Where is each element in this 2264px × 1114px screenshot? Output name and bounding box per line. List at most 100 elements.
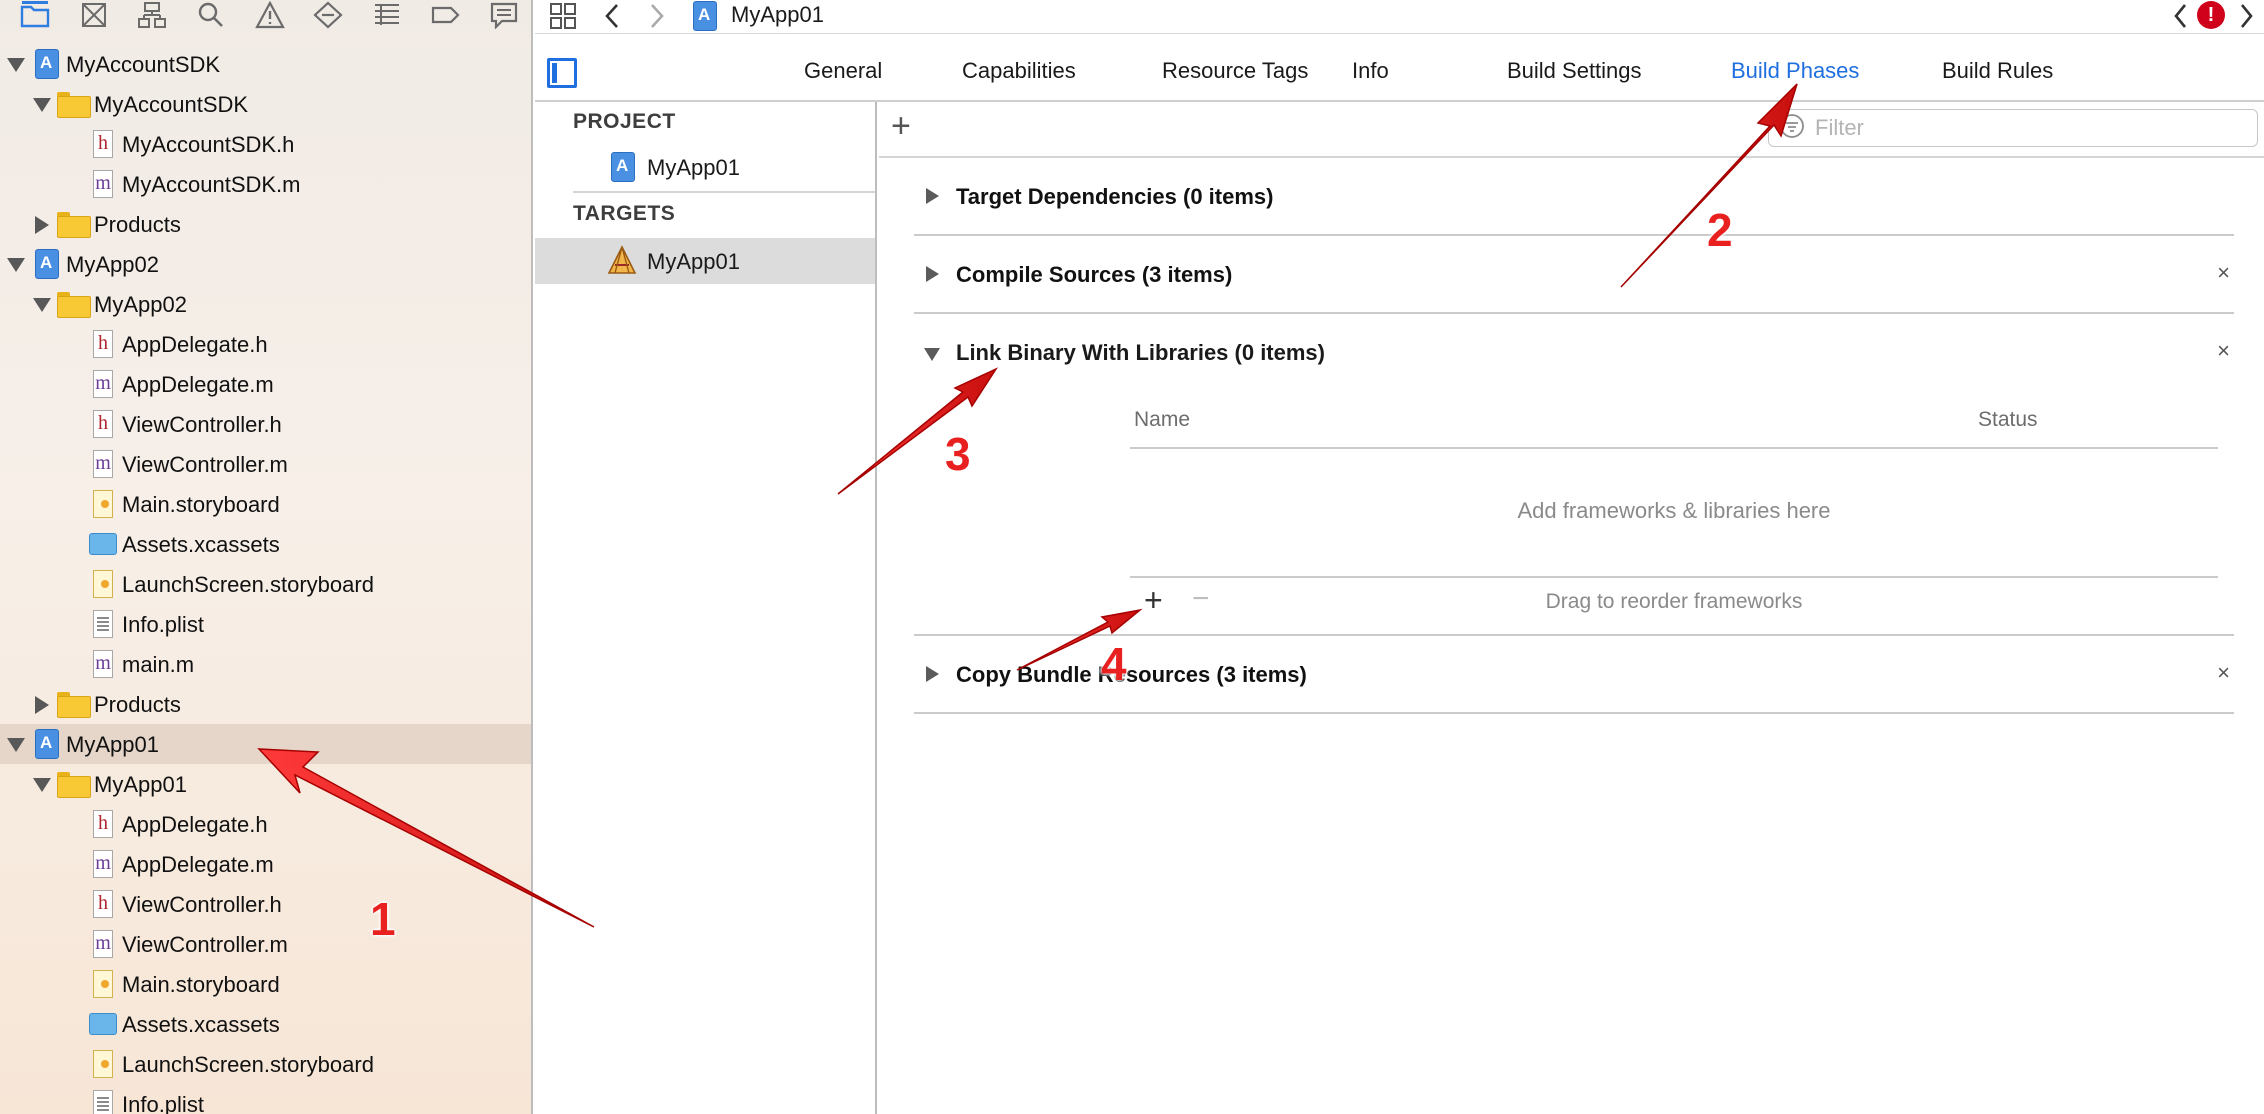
navigator-item[interactable]: h MyAccountSDK.h <box>0 124 531 164</box>
navigator-item-label: ViewController.h <box>122 412 282 437</box>
storyboard-icon <box>86 570 120 598</box>
warning-icon[interactable] <box>240 0 299 30</box>
navigator-item[interactable]: h ViewController.h <box>0 404 531 444</box>
disclosure-down-icon[interactable] <box>6 735 26 755</box>
filter-icon <box>1779 113 1805 144</box>
project-icon <box>30 49 64 79</box>
delete-phase-icon[interactable]: × <box>2217 338 2230 364</box>
disclosure-right-icon[interactable] <box>926 188 939 204</box>
navigator-item[interactable]: Main.storyboard <box>0 964 531 1004</box>
tab-build-rules[interactable]: Build Rules <box>1942 58 2053 84</box>
navigator-item[interactable]: MyAccountSDK <box>0 84 531 124</box>
navigator-item[interactable]: LaunchScreen.storyboard <box>0 1044 531 1084</box>
previous-issue-icon[interactable] <box>2172 2 2190 35</box>
error-badge-icon[interactable]: ! <box>2197 1 2225 29</box>
delete-phase-icon[interactable]: × <box>2217 260 2230 286</box>
disclosure-right-icon[interactable] <box>926 266 939 282</box>
navigator-item[interactable]: MyApp01 <box>0 764 531 804</box>
test-diamond-icon[interactable] <box>299 0 358 30</box>
navigator-item[interactable]: h AppDelegate.h <box>0 804 531 844</box>
debug-list-icon[interactable] <box>357 0 416 30</box>
navigator-item-label: Info.plist <box>122 612 204 637</box>
implementation-file-icon: m <box>86 850 120 878</box>
navigator-item[interactable]: Assets.xcassets <box>0 1004 531 1044</box>
tab-resource-tags[interactable]: Resource Tags <box>1162 58 1308 84</box>
navigator-item[interactable]: Assets.xcassets <box>0 524 531 564</box>
back-arrow-icon[interactable] <box>603 2 623 35</box>
implementation-file-icon: m <box>86 450 120 478</box>
hide-targets-icon[interactable] <box>547 58 577 88</box>
disclosure-right-icon[interactable] <box>32 215 52 235</box>
targets-section-header: TARGETS <box>573 202 676 225</box>
breadcrumb[interactable]: MyApp01 <box>731 2 824 28</box>
navigator-item-label: ViewController.m <box>122 932 288 957</box>
related-items-icon[interactable] <box>549 2 579 35</box>
report-icon[interactable] <box>475 0 532 30</box>
next-issue-icon[interactable] <box>2237 2 2255 35</box>
folder-icon <box>56 210 91 238</box>
folder-icon[interactable] <box>6 0 65 30</box>
navigator-item-label: Info.plist <box>122 1092 204 1114</box>
divider <box>1130 576 2218 578</box>
disclosure-right-icon[interactable] <box>926 666 939 682</box>
disclosure-down-icon[interactable] <box>32 295 52 315</box>
filter-placeholder: Filter <box>1815 115 1864 140</box>
add-build-phase-button[interactable]: + <box>891 107 911 146</box>
phase-header[interactable]: Compile Sources (3 items) × <box>914 236 2234 314</box>
phase-header[interactable]: Target Dependencies (0 items) <box>914 158 2234 236</box>
navigator-item[interactable]: Info.plist <box>0 1084 531 1114</box>
filter-field[interactable]: Filter <box>1768 109 2258 147</box>
navigator-item-label: MyApp02 <box>94 292 187 317</box>
tab-general[interactable]: General <box>804 58 882 84</box>
navigator-item[interactable]: Main.storyboard <box>0 484 531 524</box>
target-item[interactable]: MyApp01 <box>535 238 875 284</box>
disclosure-right-icon[interactable] <box>32 695 52 715</box>
project-section-header: PROJECT <box>573 110 676 133</box>
build-phases-editor: + Filter Target Dependencies (0 items) C… <box>879 102 2264 1114</box>
disclosure-down-icon[interactable] <box>6 255 26 275</box>
navigator-item[interactable]: h ViewController.h <box>0 884 531 924</box>
symbol-hierarchy-icon[interactable] <box>123 0 182 30</box>
project-navigator: MyAccountSDKMyAccountSDKhMyAccountSDK.hm… <box>0 0 533 1114</box>
column-name-header[interactable]: Name <box>1134 408 1190 432</box>
libraries-table: Name Status Add frameworks & libraries h… <box>1130 392 2218 618</box>
navigator-item[interactable]: LaunchScreen.storyboard <box>0 564 531 604</box>
tab-build-phases[interactable]: Build Phases <box>1731 58 1859 84</box>
assets-icon <box>86 530 120 558</box>
navigator-item-label: AppDelegate.h <box>122 332 268 357</box>
source-control-icon[interactable] <box>65 0 124 30</box>
phase-header[interactable]: Link Binary With Libraries (0 items) × <box>914 314 2234 392</box>
tab-capabilities[interactable]: Capabilities <box>962 58 1076 84</box>
navigator-item[interactable]: m AppDelegate.m <box>0 844 531 884</box>
annotation-number-4: 4 <box>1101 638 1127 690</box>
navigator-item[interactable]: m MyAccountSDK.m <box>0 164 531 204</box>
navigator-item[interactable]: MyApp02 <box>0 284 531 324</box>
tab-info[interactable]: Info <box>1352 58 1389 84</box>
navigator-item[interactable]: Products <box>0 204 531 244</box>
navigator-item[interactable]: MyApp02 <box>0 244 531 284</box>
navigator-item[interactable]: h AppDelegate.h <box>0 324 531 364</box>
navigator-item[interactable]: Info.plist <box>0 604 531 644</box>
disclosure-down-icon[interactable] <box>924 348 940 361</box>
disclosure-down-icon[interactable] <box>32 95 52 115</box>
disclosure-down-icon[interactable] <box>32 775 52 795</box>
navigator-item[interactable]: MyApp01 <box>0 724 531 764</box>
search-icon[interactable] <box>182 0 241 30</box>
disclosure-down-icon[interactable] <box>6 55 26 75</box>
project-targets-list: PROJECT MyApp01 TARGETS MyApp01 <box>535 102 877 1114</box>
project-item[interactable]: MyApp01 <box>535 144 875 190</box>
navigator-item[interactable]: MyAccountSDK <box>0 44 531 84</box>
navigator-item-label: ViewController.m <box>122 452 288 477</box>
assets-icon <box>86 1010 120 1038</box>
navigator-item[interactable]: m main.m <box>0 644 531 684</box>
navigator-item[interactable]: m ViewController.m <box>0 444 531 484</box>
navigator-item[interactable]: m AppDelegate.m <box>0 364 531 404</box>
tab-build-settings[interactable]: Build Settings <box>1507 58 1642 84</box>
navigator-item[interactable]: m ViewController.m <box>0 924 531 964</box>
forward-arrow-icon[interactable] <box>647 2 667 35</box>
column-status-header[interactable]: Status <box>1978 408 2038 432</box>
navigator-item-label: MyApp01 <box>66 732 159 757</box>
navigator-item[interactable]: Products <box>0 684 531 724</box>
breakpoint-icon[interactable] <box>416 0 475 30</box>
delete-phase-icon[interactable]: × <box>2217 660 2230 686</box>
